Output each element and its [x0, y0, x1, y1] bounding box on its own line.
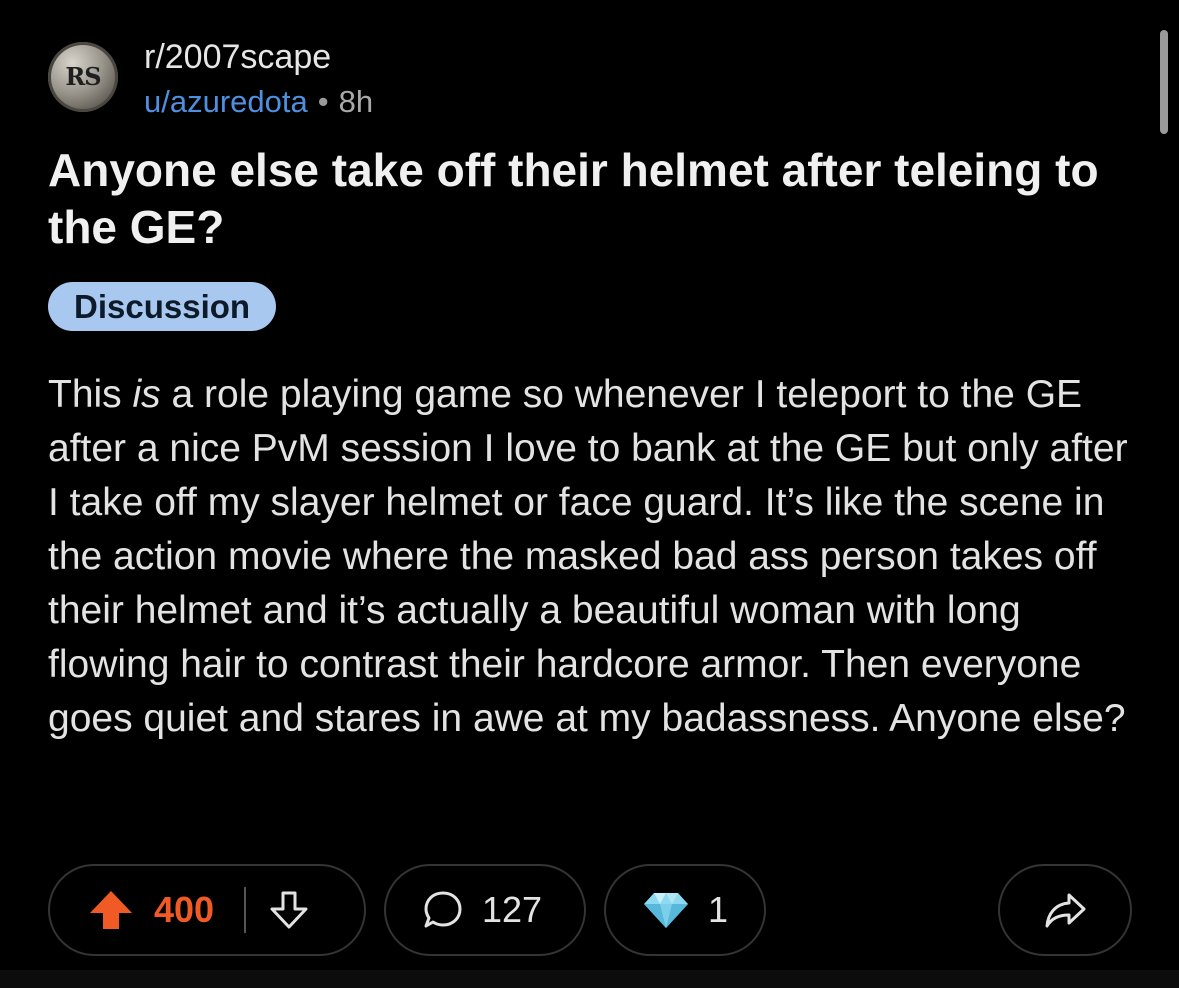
- subreddit-name[interactable]: r/2007scape: [144, 38, 331, 77]
- vote-control: 400: [48, 864, 366, 956]
- comments-button[interactable]: 127: [384, 864, 586, 956]
- subreddit-avatar[interactable]: RS: [48, 42, 118, 112]
- meta-separator: •: [317, 84, 329, 119]
- comment-count: 127: [482, 889, 543, 930]
- post-body-emphasis: is: [132, 373, 161, 416]
- share-arrow-icon: [1045, 893, 1086, 928]
- post-action-bar: 400 127 1: [48, 864, 1132, 958]
- upvote-count: 400: [154, 889, 215, 930]
- post-title[interactable]: Anyone else take off their helmet after …: [48, 142, 1108, 256]
- scrollbar[interactable]: [1160, 30, 1168, 134]
- upvote-arrow-icon[interactable]: [88, 887, 134, 933]
- post-meta: u/azuredota • 8h: [144, 84, 373, 120]
- post-time: 8h: [338, 84, 374, 119]
- post-flair[interactable]: Discussion: [48, 282, 277, 331]
- share-button[interactable]: [998, 864, 1132, 956]
- vote-divider: [244, 887, 247, 933]
- diamond-award-icon: [644, 893, 688, 928]
- post-body: This is a role playing game so whenever …: [48, 368, 1148, 746]
- award-button[interactable]: 1: [604, 864, 766, 956]
- bottom-divider: [0, 970, 1179, 988]
- comment-bubble-icon: [424, 891, 462, 928]
- post-body-text-2: a role playing game so whenever I telepo…: [48, 373, 1128, 740]
- post-body-text-1: This: [48, 373, 133, 416]
- award-count: 1: [708, 889, 729, 930]
- author-username[interactable]: u/azuredota: [144, 84, 308, 119]
- avatar-logo-text: RS: [65, 62, 101, 91]
- downvote-arrow-icon[interactable]: [268, 889, 310, 931]
